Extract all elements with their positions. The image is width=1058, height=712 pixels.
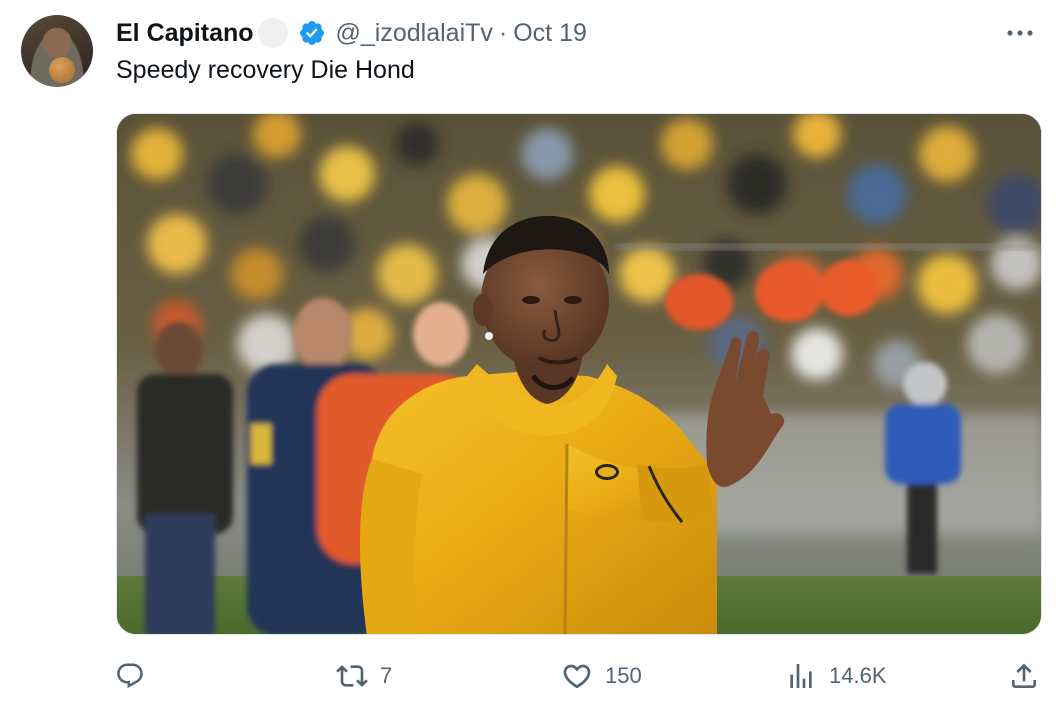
views-button[interactable]: 14.6K — [785, 650, 887, 702]
tweet-photo[interactable] — [116, 113, 1042, 635]
tweet-timestamp[interactable]: Oct 19 — [513, 19, 587, 48]
tweet-actions-bar: 7 150 14.6K — [0, 650, 1058, 702]
reply-button[interactable] — [114, 650, 158, 702]
views-chart-icon — [785, 660, 817, 692]
like-count: 150 — [605, 663, 642, 688]
photo-illustration — [117, 114, 1041, 634]
tweet[interactable]: El Capitano @_izodlalaiTv · Oct 19 Speed… — [0, 0, 1058, 712]
author-display-name[interactable]: El Capitano — [116, 19, 254, 48]
avatar-ball — [49, 57, 75, 83]
retweet-button[interactable]: 7 — [336, 650, 392, 702]
more-options-icon[interactable] — [1000, 18, 1040, 48]
heart-icon — [561, 660, 593, 692]
affiliate-badge-icon — [257, 18, 288, 48]
like-button[interactable]: 150 — [561, 650, 642, 702]
verified-badge-icon[interactable] — [298, 19, 326, 47]
tweet-text: Speedy recovery Die Hond — [116, 56, 415, 84]
retweet-icon — [336, 660, 368, 692]
views-count: 14.6K — [829, 663, 887, 688]
reply-icon — [114, 660, 146, 692]
retweet-count: 7 — [380, 663, 393, 688]
share-button[interactable] — [1008, 650, 1040, 702]
share-icon — [1008, 660, 1040, 692]
tweet-header: El Capitano @_izodlalaiTv · Oct 19 — [116, 16, 587, 50]
author-handle[interactable]: @_izodlalaiTv — [336, 19, 493, 48]
separator-dot: · — [498, 18, 508, 47]
avatar[interactable] — [21, 15, 93, 87]
